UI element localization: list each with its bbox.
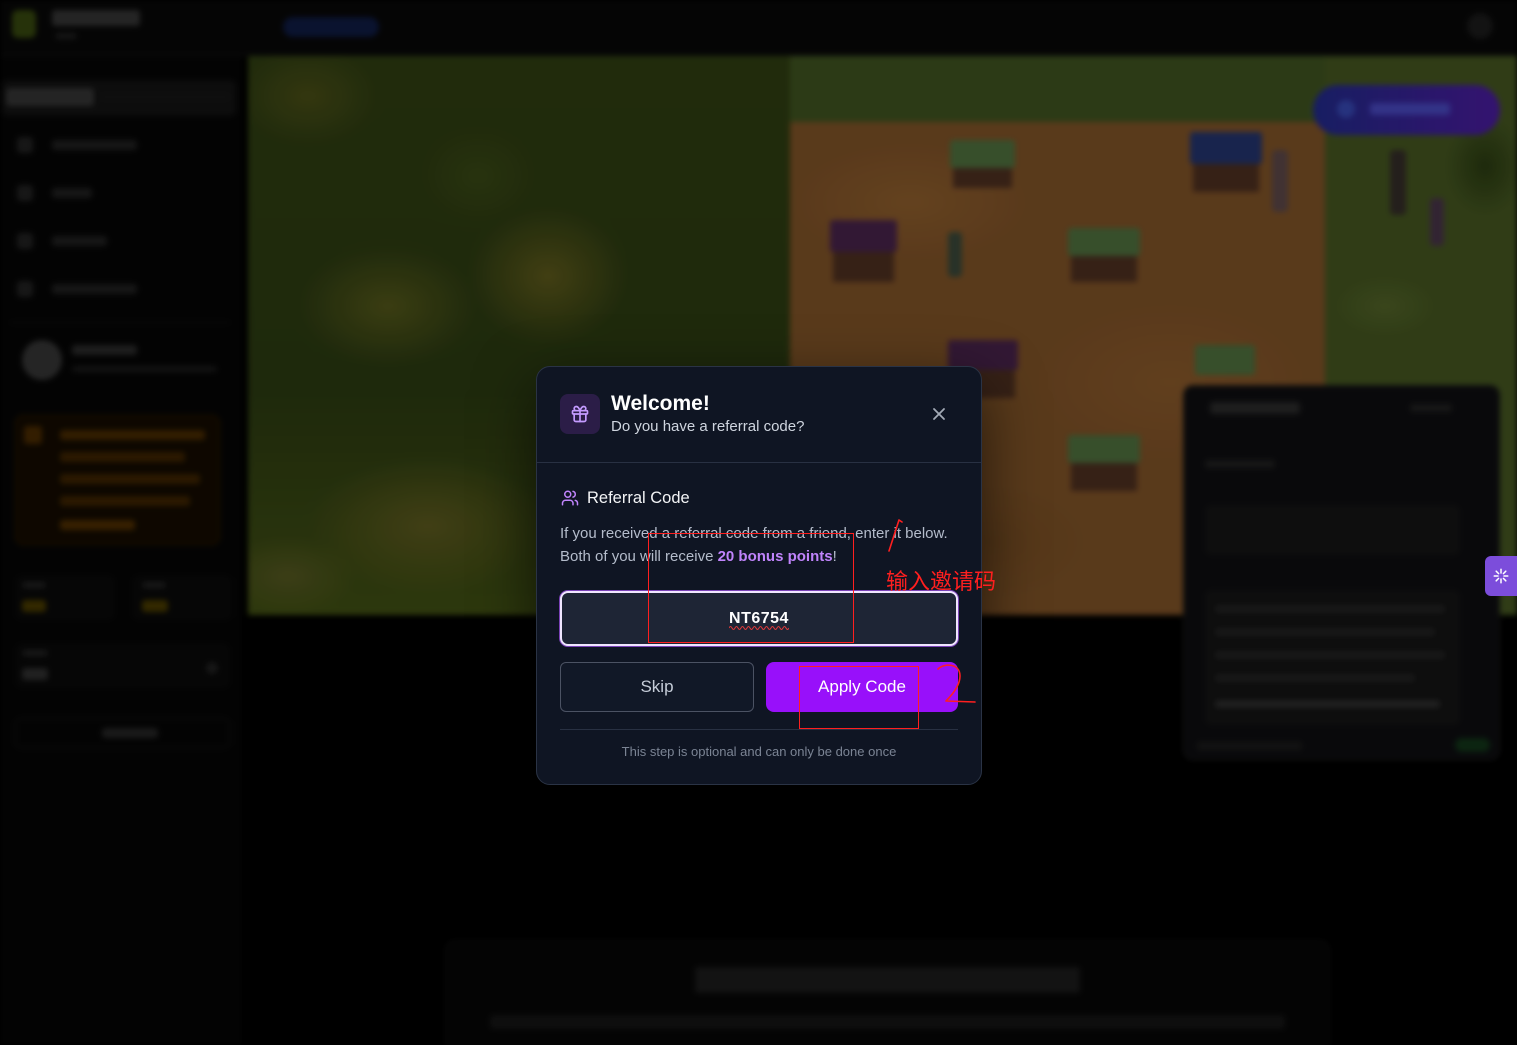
modal-title: Welcome! xyxy=(611,392,710,415)
referral-description: If you received a referral code from a f… xyxy=(560,522,960,568)
modal-subtitle: Do you have a referral code? xyxy=(611,418,805,435)
optional-step-note: This step is optional and can only be do… xyxy=(621,744,897,759)
users-icon xyxy=(561,489,579,507)
apply-code-button[interactable]: Apply Code xyxy=(766,662,958,712)
annotation-instruction-text: 输入邀请码 xyxy=(886,570,997,595)
side-assistant-tab[interactable] xyxy=(1485,556,1517,596)
skip-button[interactable]: Skip xyxy=(560,662,754,712)
modal-header-divider xyxy=(537,462,981,463)
referral-description-sentence: If you received a referral code from a f… xyxy=(560,525,948,542)
referral-code-input[interactable] xyxy=(560,591,958,646)
reward-prefix: Both of you will receive xyxy=(560,548,718,565)
sparkle-icon xyxy=(1493,568,1509,584)
close-icon xyxy=(933,408,945,420)
app-root: Welcome! Do you have a referral code? Re… xyxy=(0,0,1517,1045)
close-button[interactable] xyxy=(927,402,951,426)
referral-section-heading: Referral Code xyxy=(587,489,690,507)
gift-icon xyxy=(560,394,600,434)
referral-code-field xyxy=(560,591,958,646)
reward-suffix: ! xyxy=(832,548,837,565)
modal-footer-divider xyxy=(560,729,958,730)
reward-highlight: 20 bonus points xyxy=(717,548,833,565)
referral-reward-line: Both of you will receive 20 bonus points… xyxy=(560,545,960,568)
